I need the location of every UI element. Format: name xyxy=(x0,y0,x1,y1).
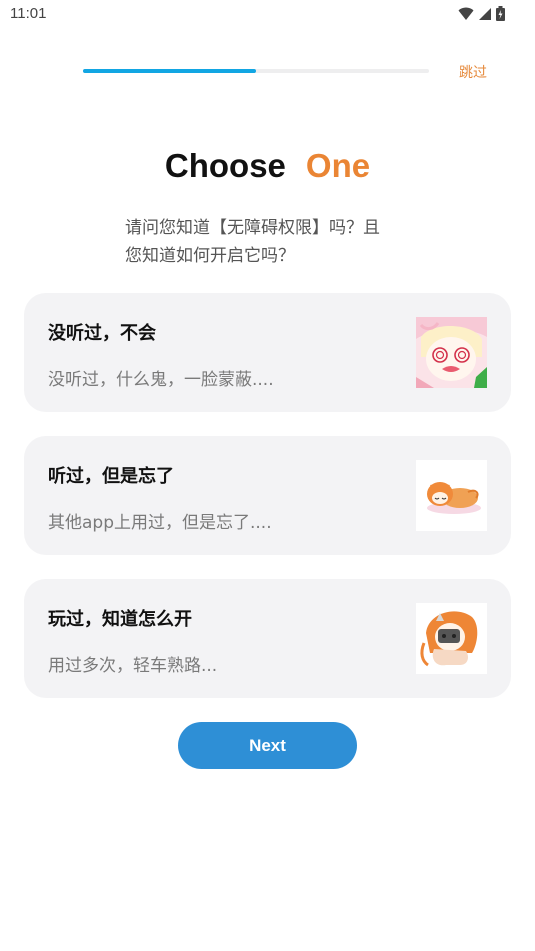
status-icons xyxy=(458,6,505,21)
option-card-forgot[interactable]: 听过，但是忘了 其他app上用过，但是忘了.... xyxy=(24,436,511,555)
skip-button[interactable]: 跳过 xyxy=(459,62,487,82)
sleeping-anime-girl-image xyxy=(416,460,487,531)
question-text: 请问您知道【无障碍权限】吗？且 您知道如何开启它吗？ xyxy=(125,214,425,270)
option-card-not-heard[interactable]: 没听过，不会 没听过，什么鬼，一脸蒙蔽.... xyxy=(24,293,511,412)
gaming-anime-girl-image xyxy=(416,603,487,674)
status-bar: 11:01 xyxy=(0,0,535,30)
question-line-1: 请问您知道【无障碍权限】吗？且 xyxy=(125,218,380,238)
signal-icon xyxy=(479,7,491,20)
progress-fill xyxy=(83,69,256,73)
status-time: 11:01 xyxy=(10,5,47,22)
page-title: Choose One xyxy=(0,147,535,185)
wifi-icon xyxy=(458,7,474,20)
confused-anime-girl-image xyxy=(416,317,487,388)
option-title: 没听过，不会 xyxy=(48,323,156,344)
option-card-know-how[interactable]: 玩过，知道怎么开 用过多次，轻车熟路... xyxy=(24,579,511,698)
title-word: Choose xyxy=(164,147,286,184)
question-line-2: 您知道如何开启它吗？ xyxy=(125,246,295,266)
option-description: 用过多次，轻车熟路... xyxy=(48,656,218,676)
next-button[interactable]: Next xyxy=(178,722,357,769)
battery-icon xyxy=(496,6,505,21)
option-title: 玩过，知道怎么开 xyxy=(48,609,192,630)
option-description: 其他app上用过，但是忘了.... xyxy=(48,513,272,533)
option-description: 没听过，什么鬼，一脸蒙蔽.... xyxy=(48,370,274,390)
progress-bar xyxy=(83,69,429,73)
option-title: 听过，但是忘了 xyxy=(48,466,174,487)
title-accent: One xyxy=(305,147,371,184)
